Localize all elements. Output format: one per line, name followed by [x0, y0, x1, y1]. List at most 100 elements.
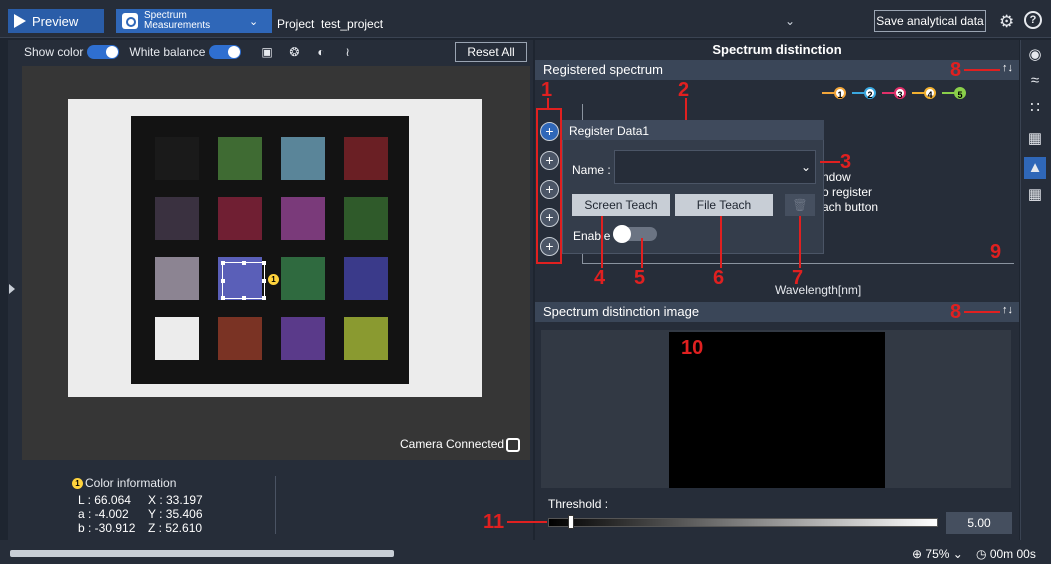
divider: [275, 476, 276, 534]
show-color-label: Show color: [24, 45, 84, 59]
file-teach-button[interactable]: File Teach: [675, 194, 773, 216]
chevron-down-icon[interactable]: ⌄: [801, 160, 811, 174]
spectrum-measurements-tab[interactable]: Spectrum Measurements ⌄: [116, 9, 272, 33]
annotation-line: [641, 238, 643, 268]
threshold-value: 5.00: [967, 516, 991, 530]
graph-legend: 1 2 3 4 5: [822, 87, 966, 100]
sort-icon[interactable]: ↑↓: [1002, 62, 1013, 74]
tab-label: Spectrum Measurements: [144, 11, 239, 31]
color-patch: [155, 257, 199, 300]
color-patch: [281, 317, 325, 360]
legend-item: 1: [822, 87, 846, 100]
color-patch: [281, 137, 325, 180]
register-data-4-button[interactable]: +: [540, 208, 559, 227]
project-label: Project: [277, 17, 315, 31]
register-data-2-button[interactable]: +: [540, 151, 559, 170]
resize-handle[interactable]: [262, 296, 266, 300]
resize-handle[interactable]: [242, 261, 246, 265]
color-patch: [218, 197, 262, 240]
registered-spectrum-header[interactable]: Registered spectrum: [535, 60, 1019, 80]
resize-handle[interactable]: [221, 261, 225, 265]
expand-left-icon[interactable]: [9, 284, 15, 294]
selection-marker: 1: [268, 274, 279, 285]
waveform-icon[interactable]: ≈: [1024, 70, 1046, 92]
play-icon: [14, 14, 26, 28]
chevron-down-icon[interactable]: ⌄: [249, 15, 258, 28]
enable-label: Enable: [573, 229, 611, 243]
threshold-label: Threshold :: [548, 497, 609, 511]
color-info-title: 1 Color information: [72, 476, 176, 490]
threshold-value-input[interactable]: 5.00: [946, 512, 1012, 534]
annotation-line: [799, 216, 801, 268]
zoom-value: 75%: [925, 547, 950, 561]
annotation-label: 8: [950, 301, 962, 323]
annotation-line: [964, 69, 1000, 71]
hint-line-3: ach button: [822, 200, 879, 214]
legend-marker: 5: [954, 87, 966, 100]
dot-grid-icon[interactable]: ∷: [1024, 97, 1046, 119]
horizontal-scrollbar[interactable]: [10, 550, 394, 557]
slider-handle[interactable]: [567, 515, 574, 529]
zoom-control[interactable]: ⊕ 75% ⌄: [912, 547, 963, 561]
color-patch: [344, 137, 388, 180]
annotation-label: 10: [681, 337, 704, 359]
threshold-slider[interactable]: [548, 518, 938, 527]
resize-handle[interactable]: [262, 261, 266, 265]
x-axis: [582, 263, 1014, 264]
annotation-line: [601, 216, 603, 268]
chevron-down-icon: ⌄: [952, 547, 963, 561]
legend-line: [822, 92, 834, 94]
resize-handle[interactable]: [221, 279, 225, 283]
legend-line: [882, 92, 894, 94]
legend-item: 4: [912, 87, 936, 100]
color-info-marker: 1: [72, 477, 83, 489]
graph-icon[interactable]: ≀: [345, 46, 359, 58]
xyz-z-value: Z : 52.610: [148, 521, 203, 535]
register-data-1-button[interactable]: +: [540, 122, 559, 141]
spectrum-settings-icon[interactable]: ◉: [1024, 44, 1046, 66]
spectrum-distinction-icon[interactable]: ▲: [1024, 157, 1046, 179]
measurement-selection-box[interactable]: [221, 261, 266, 300]
trash-icon[interactable]: 🗑: [785, 194, 815, 216]
chevron-down-icon[interactable]: ⌄: [785, 14, 795, 28]
toggle-knob[interactable]: [613, 225, 631, 243]
show-color-toggle[interactable]: [87, 45, 120, 59]
color-patch: [218, 137, 262, 180]
aperture-icon[interactable]: ❂: [289, 46, 303, 58]
lab-a-value: a : -4.002: [78, 507, 129, 521]
preview-button[interactable]: Preview: [8, 9, 104, 33]
screen-teach-button[interactable]: Screen Teach: [572, 194, 670, 216]
timer-value: 00m 00s: [989, 547, 1036, 561]
annotation-label: 1: [541, 79, 553, 101]
legend-marker: 2: [864, 87, 876, 100]
color-info-title-text: Color information: [85, 476, 177, 490]
resize-handle[interactable]: [242, 296, 246, 300]
annotation-line: [820, 161, 840, 163]
project-name: test_project: [321, 17, 384, 31]
camera-icon[interactable]: ▣: [261, 46, 275, 58]
resize-handle[interactable]: [262, 279, 266, 283]
legend-item: 2: [852, 87, 876, 100]
gear-icon[interactable]: ⚙: [999, 12, 1014, 32]
help-icon[interactable]: ?: [1024, 11, 1042, 29]
grid-icon[interactable]: ▦: [1024, 128, 1046, 150]
annotation-line: [685, 98, 687, 120]
save-analytical-data-button[interactable]: Save analytical data: [874, 10, 986, 32]
annotation-label: 3: [840, 151, 852, 173]
exposure-icon[interactable]: ◐: [317, 46, 331, 58]
spectrum-distinction-image-header[interactable]: Spectrum distinction image: [535, 302, 1019, 322]
white-balance-toggle[interactable]: [209, 45, 242, 59]
resize-handle[interactable]: [221, 296, 225, 300]
name-select[interactable]: [614, 150, 816, 184]
lab-l-value: L : 66.064: [78, 493, 131, 507]
color-patch: [281, 257, 325, 300]
classification-icon[interactable]: ▦: [1024, 184, 1046, 206]
register-data-5-button[interactable]: +: [540, 237, 559, 256]
color-patch: [281, 197, 325, 240]
panel-title: Spectrum distinction: [712, 42, 842, 57]
name-label: Name :: [572, 163, 611, 177]
sort-icon[interactable]: ↑↓: [1002, 304, 1013, 316]
register-data-3-button[interactable]: +: [540, 180, 559, 199]
popup-title: Register Data1: [569, 124, 650, 138]
reset-all-button[interactable]: Reset All: [455, 42, 527, 62]
